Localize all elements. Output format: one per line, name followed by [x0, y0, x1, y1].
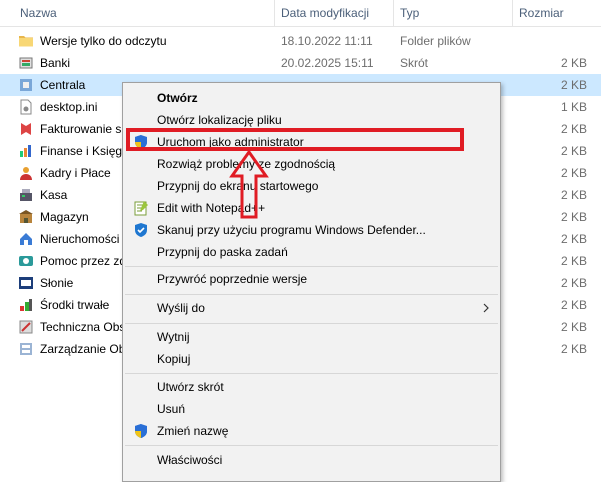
centrala-shortcut-icon: [20, 79, 32, 91]
file-size: 2 KB: [560, 320, 587, 334]
file-name: Wersje tylko do odczytu: [40, 34, 167, 48]
menu-item-troubleshoot[interactable]: Rozwiąż problemy ze zgodnością: [123, 153, 500, 175]
windows-defender-icon: [135, 223, 147, 237]
file-name: Banki: [40, 56, 71, 70]
file-size: 2 KB: [560, 188, 587, 202]
file-size: 2 KB: [560, 78, 587, 92]
menu-item-scan-defender[interactable]: Skanuj przy użyciu programu Windows Defe…: [123, 219, 500, 241]
file-name: Środki trwałe: [40, 298, 110, 312]
menu-item-label: Przywróć poprzednie wersje: [157, 272, 308, 286]
file-name: Zarządzanie Ob: [40, 342, 126, 356]
file-name: Fakturowanie sp: [40, 122, 129, 136]
file-type: Skrót: [400, 56, 429, 70]
menu-item-label: Otwórz: [157, 91, 198, 105]
menu-item-copy[interactable]: Kopiuj: [123, 348, 500, 370]
file-name: Kadry i Płace: [40, 166, 111, 180]
chevron-right-icon: [483, 303, 489, 313]
folder-icon: [19, 36, 33, 47]
file-row[interactable]: Wersje tylko do odczytu 18.10.2022 11:11…: [0, 30, 601, 52]
menu-separator: [125, 445, 498, 446]
annotation-highlight-box: [126, 128, 464, 151]
magazyn-shortcut-icon: [19, 210, 33, 223]
banki-shortcut-icon: [19, 57, 33, 69]
menu-item-label: Skanuj przy użyciu programu Windows Defe…: [157, 223, 426, 237]
menu-item-edit-notepad[interactable]: Edit with Notepad++: [123, 197, 500, 219]
column-date[interactable]: Data modyfikacji: [275, 0, 393, 26]
column-name[interactable]: Nazwa: [14, 0, 274, 26]
notepad-plus-plus-icon: [134, 201, 148, 216]
menu-item-pin-taskbar[interactable]: Przypnij do paska zadań: [123, 241, 500, 263]
nieruchomosci-shortcut-icon: [20, 233, 32, 245]
menu-item-label: Właściwości: [157, 453, 223, 467]
menu-item-label: Kopiuj: [157, 352, 191, 366]
column-header: ⌃ Nazwa Data modyfikacji Typ Rozmiar: [0, 0, 601, 27]
menu-item-cut[interactable]: Wytnij: [123, 326, 500, 348]
zarzadzanie-shortcut-icon: [20, 343, 32, 355]
file-name: Finanse i Księgo: [40, 144, 129, 158]
menu-item-delete[interactable]: Usuń: [123, 398, 500, 420]
file-size: 2 KB: [560, 210, 587, 224]
file-name: Nieruchomości: [40, 232, 120, 246]
finanse-shortcut-icon: [20, 145, 31, 157]
menu-item-pin-start[interactable]: Przypnij do ekranu startowego: [123, 175, 500, 197]
kadry-shortcut-icon: [20, 167, 32, 180]
file-size: 2 KB: [560, 166, 587, 180]
file-size: 2 KB: [560, 56, 587, 70]
file-name: Magazyn: [40, 210, 89, 224]
menu-item-label: Utwórz skrót: [157, 380, 224, 394]
srodki-shortcut-icon: [20, 299, 32, 311]
menu-separator: [125, 373, 498, 374]
slonie-shortcut-icon: [19, 277, 33, 289]
file-name: Pomoc przez zd: [40, 254, 127, 268]
file-name: desktop.ini: [40, 100, 98, 114]
file-size: 2 KB: [560, 232, 587, 246]
menu-item-restore-versions[interactable]: Przywróć poprzednie wersje: [123, 268, 500, 290]
annotation-up-arrow-icon: [229, 150, 269, 219]
file-size: 2 KB: [560, 342, 587, 356]
fakturowanie-shortcut-icon: [21, 123, 31, 135]
menu-separator: [125, 266, 498, 267]
file-name: Techniczna Obs: [40, 320, 126, 334]
techniczna-shortcut-icon: [19, 320, 33, 334]
file-row[interactable]: Banki 20.02.2025 15:11 Skrót 2 KB: [0, 52, 601, 74]
menu-item-label: Usuń: [157, 402, 186, 416]
file-name: Słonie: [40, 276, 74, 290]
menu-item-create-shortcut[interactable]: Utwórz skrót: [123, 376, 500, 398]
menu-item-open[interactable]: Otwórz: [123, 87, 500, 109]
menu-item-rename[interactable]: Zmień nazwę: [123, 420, 500, 442]
menu-item-label: Wyślij do: [157, 301, 205, 315]
menu-item-label: Wytnij: [157, 330, 190, 344]
pomoc-shortcut-icon: [19, 256, 33, 266]
file-name: Centrala: [40, 78, 86, 92]
file-size: 2 KB: [560, 254, 587, 268]
menu-separator: [125, 323, 498, 324]
menu-item-label: Zmień nazwę: [157, 424, 229, 438]
file-size: 2 KB: [560, 144, 587, 158]
column-size[interactable]: Rozmiar: [513, 0, 601, 26]
file-date: 18.10.2022 11:11: [281, 34, 373, 48]
ini-file-icon: [20, 99, 32, 115]
menu-item-label: Przypnij do paska zadań: [157, 245, 288, 259]
kasa-shortcut-icon: [20, 189, 32, 201]
file-size: 2 KB: [560, 298, 587, 312]
file-size: 2 KB: [560, 122, 587, 136]
file-name: Kasa: [40, 188, 68, 202]
file-size: 2 KB: [560, 276, 587, 290]
file-date: 20.02.2025 15:11: [281, 56, 374, 70]
column-type[interactable]: Typ: [394, 0, 512, 26]
menu-separator: [125, 294, 498, 295]
menu-item-properties[interactable]: Właściwości: [123, 449, 500, 471]
uac-shield-icon: [135, 424, 147, 438]
file-size: 1 KB: [560, 100, 587, 114]
file-type: Folder plików: [400, 34, 471, 48]
menu-item-send-to[interactable]: Wyślij do: [123, 297, 500, 319]
